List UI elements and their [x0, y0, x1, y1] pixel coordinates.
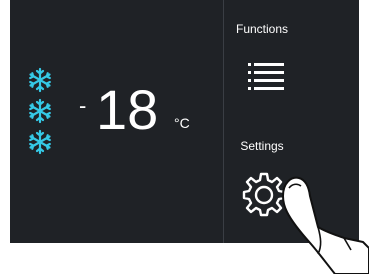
snowflake-icon [27, 129, 53, 155]
functions-label: Functions [235, 22, 289, 36]
hamburger-menu-icon [248, 63, 284, 90]
panel-divider [223, 0, 224, 243]
temperature-unit: °C [174, 115, 190, 131]
settings-button[interactable] [240, 170, 288, 218]
snowflake-icon [27, 67, 53, 93]
functions-menu-button[interactable] [244, 60, 288, 96]
gear-icon [242, 172, 286, 217]
snowflake-icon [27, 98, 53, 124]
temperature-sign: - [79, 93, 87, 118]
settings-label: Settings [240, 139, 284, 153]
temperature-value: 18 [96, 78, 159, 141]
